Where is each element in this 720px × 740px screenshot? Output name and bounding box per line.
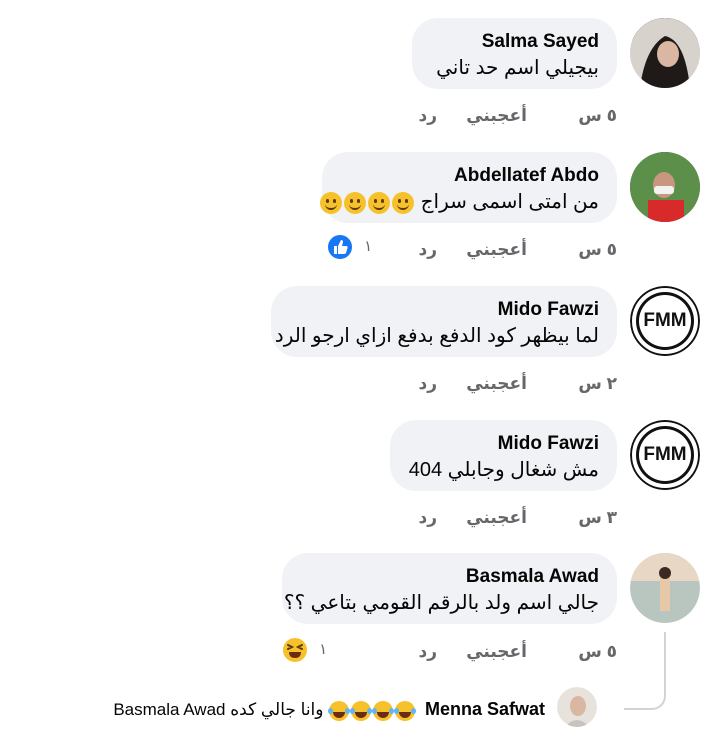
like-button[interactable]: أعجبني [466, 238, 527, 262]
laugh-emoji-icon [328, 700, 351, 721]
comment-actions: ٥ س أعجبني رد [417, 238, 617, 262]
reply-mention[interactable]: Basmala Awad [113, 700, 225, 719]
reaction-count: ١ [319, 641, 328, 658]
reply-author[interactable]: Menna Safwat [425, 699, 545, 719]
reaction-summary[interactable]: ١ [281, 636, 328, 665]
reply-thread-line [624, 632, 666, 710]
avatar[interactable] [630, 553, 700, 623]
comment-author[interactable]: Mido Fawzi [289, 298, 599, 322]
profile-photo [630, 18, 700, 88]
smile-emoji-icon [320, 191, 343, 214]
like-button[interactable]: أعجبني [466, 104, 527, 128]
comment-time[interactable]: ٥ س [578, 238, 617, 262]
reply-button[interactable]: رد [418, 238, 437, 262]
comment-actions: ٢ س أعجبني رد [417, 372, 617, 396]
comment-text: من امتى اسمى سراج [320, 188, 599, 216]
avatar-logo-text: FMM [643, 310, 687, 331]
reply-text: وانا جالي كده [230, 700, 324, 719]
profile-photo [630, 152, 700, 222]
comment-time[interactable]: ٥ س [578, 104, 617, 128]
comment-author[interactable]: Abdellatef Abdo [340, 164, 599, 188]
smile-emoji-icon [344, 191, 367, 214]
comment-actions: ٥ س أعجبني رد [417, 104, 617, 128]
like-button[interactable]: أعجبني [466, 640, 527, 664]
laugh-emoji-icon [350, 700, 373, 721]
avatar-logo-text: FMM [643, 444, 687, 465]
avatar[interactable]: FMM [630, 420, 700, 490]
comment-text: مش شغال وجابلي 404 [408, 459, 599, 481]
comment-bubble[interactable]: Basmala Awad جالي اسم ولد بالرقم القومي … [282, 553, 617, 624]
comment-bubble[interactable]: Salma Sayed بيجيلي اسم حد تاني [412, 18, 617, 89]
comment-actions: ٥ س أعجبني رد [417, 640, 617, 664]
reply-button[interactable]: رد [418, 506, 437, 530]
like-icon [326, 233, 354, 262]
smile-emoji-icon [368, 191, 391, 214]
comment-bubble[interactable]: Mido Fawzi لما بيظهر كود الدفع بدفع ازاي… [271, 286, 617, 357]
haha-icon [281, 636, 309, 665]
laugh-emoji-icon [394, 700, 417, 721]
comment-time[interactable]: ٢ س [578, 372, 617, 396]
like-button[interactable]: أعجبني [466, 506, 527, 530]
comment-text: لما بيظهر كود الدفع بدفع ازاي ارجو الرد [274, 325, 599, 347]
comment-time[interactable]: ٣ س [578, 506, 617, 530]
like-button[interactable]: أعجبني [466, 372, 527, 396]
reply-preview[interactable]: Menna Safwat وانا جالي كده Basmala Awad [113, 697, 545, 722]
profile-photo [557, 687, 597, 727]
reaction-count: ١ [364, 238, 373, 255]
comments-thread: Salma Sayed بيجيلي اسم حد تاني ٥ س أعجبن… [0, 0, 720, 740]
reaction-summary[interactable]: ١ [326, 233, 373, 262]
avatar[interactable] [630, 152, 700, 222]
comment-author[interactable]: Basmala Awad [300, 565, 599, 589]
comment-bubble[interactable]: Mido Fawzi مش شغال وجابلي 404 [390, 420, 617, 491]
comment-actions: ٣ س أعجبني رد [417, 506, 617, 530]
comment-author[interactable]: Salma Sayed [430, 30, 599, 54]
smile-emoji-icon [392, 191, 415, 214]
comment-text-body: من امتى اسمى سراج [420, 191, 599, 213]
comment-bubble[interactable]: Abdellatef Abdo من امتى اسمى سراج [320, 152, 617, 223]
avatar[interactable]: FMM [630, 286, 700, 356]
comment-text: جالي اسم ولد بالرقم القومي بتاعي ؟؟ [283, 592, 599, 614]
laugh-emoji-group [324, 700, 417, 721]
comment-text: بيجيلي اسم حد تاني [436, 57, 599, 79]
comment-author[interactable]: Mido Fawzi [408, 432, 599, 456]
reply-avatar[interactable] [557, 687, 597, 727]
comment-time[interactable]: ٥ س [578, 640, 617, 664]
laugh-emoji-icon [372, 700, 395, 721]
avatar[interactable] [630, 18, 700, 88]
profile-photo [630, 553, 700, 623]
reply-button[interactable]: رد [418, 104, 437, 128]
reply-button[interactable]: رد [418, 372, 437, 396]
reply-button[interactable]: رد [418, 640, 437, 664]
